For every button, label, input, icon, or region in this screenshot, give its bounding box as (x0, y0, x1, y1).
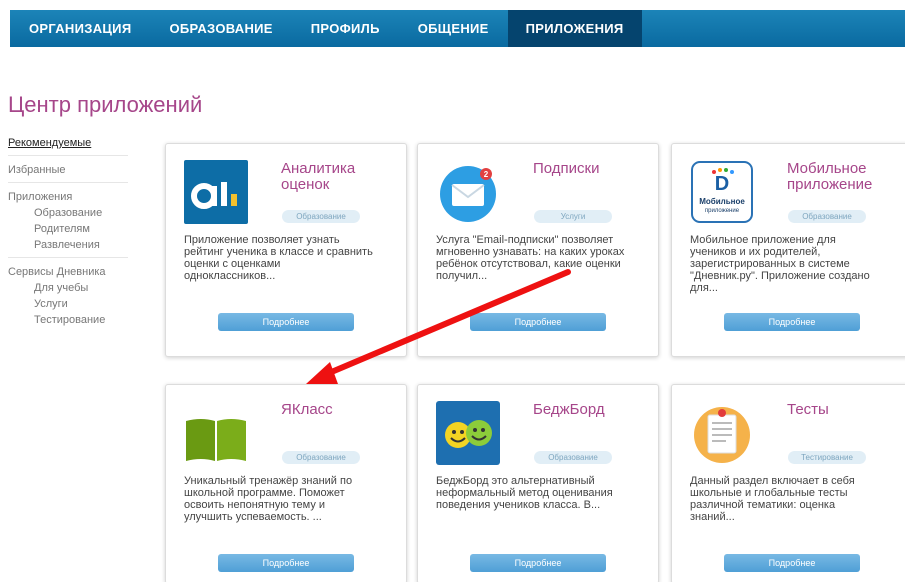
app-title[interactable]: Аналитика оценок (281, 161, 398, 193)
category-badge: Услуги (534, 210, 612, 223)
category-badge: Тестирование (788, 451, 866, 464)
sidebar-item-services[interactable]: Сервисы Дневника (8, 264, 128, 280)
book-icon (184, 407, 248, 471)
app-card-yaklass[interactable]: ЯКласс Образование Уникальный тренажёр з… (165, 384, 407, 582)
mobile-icon-label: Мобильное (699, 197, 745, 206)
sidebar-item-services-study[interactable]: Для учебы (8, 280, 128, 296)
app-description: Услуга "Email-подписки" позволяет мгнове… (436, 234, 625, 282)
details-button[interactable]: Подробнее (470, 554, 606, 572)
nav-education[interactable]: ОБРАЗОВАНИЕ (150, 10, 291, 47)
details-button[interactable]: Подробнее (470, 313, 606, 331)
category-badge: Образование (282, 451, 360, 464)
sidebar-item-services-testing[interactable]: Тестирование (8, 312, 128, 328)
app-description: БеджБорд это альтернативный неформальный… (436, 475, 613, 511)
sidebar-divider (8, 155, 128, 156)
sidebar: Рекомендуемые Избранные Приложения Образ… (8, 135, 128, 328)
mail-icon: 2 (436, 160, 500, 224)
sidebar-item-apps-fun[interactable]: Развлечения (8, 237, 128, 253)
sidebar-item-apps[interactable]: Приложения (8, 189, 128, 205)
app-description: Уникальный тренажёр знаний по школьной п… (184, 475, 353, 523)
sidebar-item-services-services[interactable]: Услуги (8, 296, 128, 312)
details-button[interactable]: Подробнее (724, 554, 860, 572)
category-badge: Образование (788, 210, 866, 223)
app-description: Мобильное приложение для учеников и их р… (690, 234, 870, 294)
notepad-icon (690, 401, 754, 465)
notification-badge: 2 (484, 170, 489, 179)
category-badge: Образование (534, 451, 612, 464)
app-title[interactable]: Тесты (787, 402, 904, 418)
details-button[interactable]: Подробнее (218, 554, 354, 572)
nav-applications[interactable]: ПРИЛОЖЕНИЯ (507, 10, 642, 47)
app-card-analytics[interactable]: Аналитика оценок Образование Приложение … (165, 143, 407, 357)
app-card-subscriptions[interactable]: 2 Подписки Услуги Услуга "Email-подписки… (417, 143, 659, 357)
sidebar-item-recommended[interactable]: Рекомендуемые (8, 135, 128, 151)
nav-communication[interactable]: ОБЩЕНИЕ (399, 10, 508, 47)
sidebar-item-apps-education[interactable]: Образование (8, 205, 128, 221)
app-title[interactable]: ЯКласс (281, 402, 398, 418)
mobile-app-icon: D Мобильное приложение (690, 160, 754, 224)
sidebar-item-apps-parents[interactable]: Родителям (8, 221, 128, 237)
sidebar-divider (8, 182, 128, 183)
details-button[interactable]: Подробнее (218, 313, 354, 331)
top-navigation: ОРГАНИЗАЦИЯ ОБРАЗОВАНИЕ ПРОФИЛЬ ОБЩЕНИЕ … (10, 10, 905, 47)
smileys-icon (436, 401, 500, 465)
details-button[interactable]: Подробнее (724, 313, 860, 331)
app-card-badgeboard[interactable]: БеджБорд Образование БеджБорд это альтер… (417, 384, 659, 582)
nav-profile[interactable]: ПРОФИЛЬ (292, 10, 399, 47)
app-title[interactable]: Подписки (533, 161, 650, 177)
app-card-mobile[interactable]: D Мобильное приложение Мобильное приложе… (671, 143, 905, 357)
app-title[interactable]: Мобильное приложение (787, 161, 904, 193)
sidebar-item-favorites[interactable]: Избранные (8, 162, 128, 178)
nav-organization[interactable]: ОРГАНИЗАЦИЯ (10, 10, 150, 47)
category-badge: Образование (282, 210, 360, 223)
app-description: Данный раздел включает в себя школьные и… (690, 475, 855, 523)
page-title: Центр приложений (8, 92, 203, 117)
svg-text:D: D (715, 173, 729, 195)
app-card-tests[interactable]: Тесты Тестирование Данный раздел включае… (671, 384, 905, 582)
sidebar-divider (8, 257, 128, 258)
app-description: Приложение позволяет узнать рейтинг учен… (184, 234, 373, 282)
analytics-icon (184, 160, 248, 224)
mobile-icon-sublabel: приложение (705, 208, 740, 214)
app-title[interactable]: БеджБорд (533, 402, 650, 418)
